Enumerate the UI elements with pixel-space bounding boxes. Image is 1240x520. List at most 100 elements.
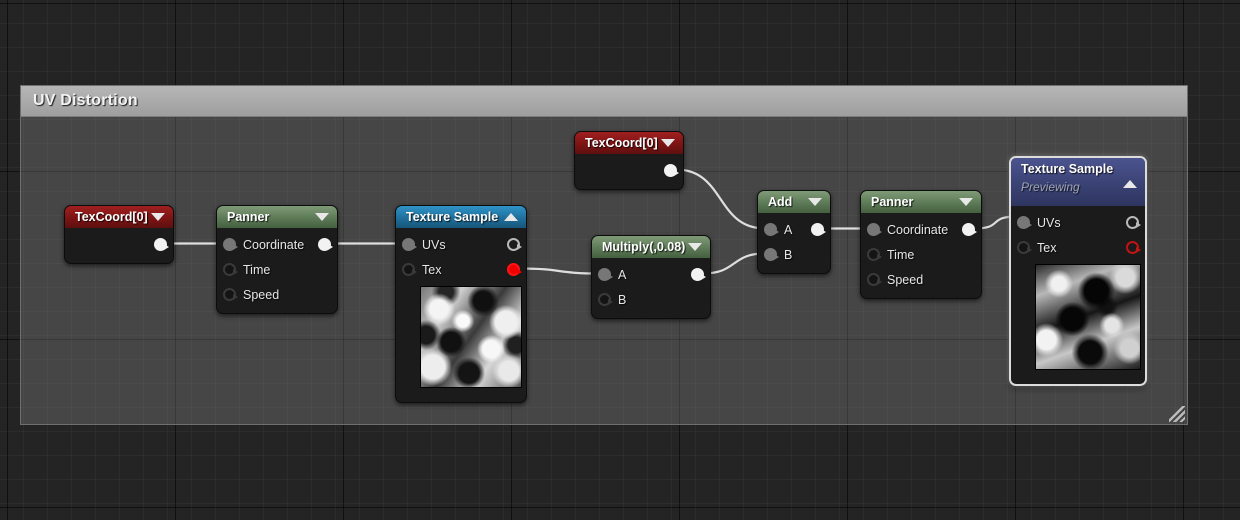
node-title: TexCoord[0]	[585, 136, 658, 150]
comment-resize-grip[interactable]	[1169, 406, 1185, 422]
output-pin-0[interactable]	[691, 268, 706, 281]
node-title: Texture Sample	[406, 210, 499, 224]
input-pin-a[interactable]	[764, 223, 779, 236]
node-title: Texture Sample	[1021, 162, 1114, 176]
node-header-texcoord-2[interactable]: TexCoord[0]	[575, 132, 683, 154]
node-pin-row: Time	[861, 242, 981, 267]
node-header-add-1[interactable]: Add	[758, 191, 830, 213]
node-pin-row: Speed	[217, 282, 337, 307]
output-pin-0[interactable]	[318, 238, 333, 251]
node-add-1[interactable]: Add A B	[757, 190, 831, 274]
node-title: Multiply(,0.08)	[602, 240, 686, 254]
input-pin-b[interactable]	[764, 248, 779, 261]
node-pin-row: A	[758, 217, 830, 242]
input-pin-time[interactable]	[223, 263, 238, 276]
node-pin-row: Time	[217, 257, 337, 282]
output-pin-0[interactable]	[962, 223, 977, 236]
output-pin-0[interactable]	[507, 238, 522, 251]
input-pin-tex[interactable]	[402, 263, 417, 276]
node-header-texture-sample-2[interactable]: Texture Sample Previewing	[1011, 158, 1145, 206]
texture-thumbnail	[420, 286, 522, 388]
input-pin-label: Speed	[243, 287, 280, 302]
node-texcoord-2[interactable]: TexCoord[0]	[574, 131, 684, 190]
input-pin-label: Coordinate	[243, 237, 305, 252]
output-pin-0[interactable]	[1126, 216, 1141, 229]
comment-title-bar[interactable]: UV Distortion	[21, 86, 1187, 117]
node-panner-2[interactable]: Panner Coordinate Time Speed	[860, 190, 982, 299]
input-pin-label: Tex	[422, 262, 442, 277]
node-pin-row: Coordinate	[861, 217, 981, 242]
node-body-texcoord-1	[65, 228, 173, 263]
input-pin-label: A	[784, 222, 793, 237]
output-pin-0[interactable]	[811, 223, 826, 236]
input-pin-label: B	[618, 292, 627, 307]
node-title: TexCoord[0]	[75, 210, 148, 224]
input-pin-tex[interactable]	[1017, 241, 1032, 254]
node-pin-row: B	[758, 242, 830, 267]
node-texture-sample-2[interactable]: Texture Sample Previewing UVs Tex	[1009, 156, 1147, 386]
chevron-down-icon[interactable]	[151, 213, 165, 221]
output-pin-0[interactable]	[154, 238, 169, 251]
input-pin-a[interactable]	[598, 268, 613, 281]
node-header-texture-sample-1[interactable]: Texture Sample	[396, 206, 526, 228]
node-pin-row	[65, 232, 173, 257]
node-body-panner-1: Coordinate Time Speed	[217, 228, 337, 313]
input-pin-label: A	[618, 267, 627, 282]
input-pin-label: Time	[887, 247, 915, 262]
node-body-panner-2: Coordinate Time Speed	[861, 213, 981, 298]
input-pin-b[interactable]	[598, 293, 613, 306]
chevron-down-icon[interactable]	[688, 243, 702, 251]
node-title: Panner	[227, 210, 270, 224]
input-pin-label: Coordinate	[887, 222, 949, 237]
chevron-down-icon[interactable]	[661, 139, 675, 147]
chevron-up-icon[interactable]	[504, 213, 518, 221]
node-header-multiply-1[interactable]: Multiply(,0.08)	[592, 236, 710, 258]
input-pin-label: B	[784, 247, 793, 262]
node-pin-row	[575, 158, 683, 183]
node-subtitle: Previewing	[1021, 180, 1080, 194]
chevron-down-icon[interactable]	[808, 198, 822, 206]
output-pin-0[interactable]	[664, 164, 679, 177]
input-pin-coordinate[interactable]	[223, 238, 238, 251]
texture-thumbnail	[1035, 264, 1141, 370]
node-pin-row: B	[592, 287, 710, 312]
node-body-texcoord-2	[575, 154, 683, 189]
node-header-panner-1[interactable]: Panner	[217, 206, 337, 228]
comment-title: UV Distortion	[33, 92, 138, 109]
node-body-texture-sample-1: UVs Tex	[396, 228, 526, 402]
node-pin-row: UVs	[396, 232, 526, 257]
node-header-texcoord-1[interactable]: TexCoord[0]	[65, 206, 173, 228]
output-pin-1[interactable]	[1126, 241, 1141, 254]
input-pin-label: Tex	[1037, 240, 1057, 255]
input-pin-coordinate[interactable]	[867, 223, 882, 236]
node-pin-row: Tex	[1011, 235, 1145, 260]
node-pin-row: UVs	[1011, 210, 1145, 235]
node-panner-1[interactable]: Panner Coordinate Time Speed	[216, 205, 338, 314]
node-body-add-1: AB	[758, 213, 830, 273]
chevron-up-icon[interactable]	[1123, 180, 1137, 188]
input-pin-uvs[interactable]	[402, 238, 417, 251]
input-pin-speed[interactable]	[223, 288, 238, 301]
node-texcoord-1[interactable]: TexCoord[0]	[64, 205, 174, 264]
input-pin-label: UVs	[1037, 215, 1061, 230]
node-pin-row: Speed	[861, 267, 981, 292]
node-multiply-1[interactable]: Multiply(,0.08) A B	[591, 235, 711, 319]
chevron-down-icon[interactable]	[315, 213, 329, 221]
node-pin-row: Coordinate	[217, 232, 337, 257]
node-body-multiply-1: AB	[592, 258, 710, 318]
material-graph-canvas[interactable]: UV Distortion TexCoord[0] Panner Coordinat…	[0, 0, 1240, 520]
input-pin-label: Time	[243, 262, 271, 277]
output-pin-1[interactable]	[507, 263, 522, 276]
input-pin-label: UVs	[422, 237, 446, 252]
input-pin-time[interactable]	[867, 248, 882, 261]
node-pin-row: A	[592, 262, 710, 287]
chevron-down-icon[interactable]	[959, 198, 973, 206]
node-title: Add	[768, 195, 793, 209]
node-texture-sample-1[interactable]: Texture Sample UVs Tex	[395, 205, 527, 403]
input-pin-uvs[interactable]	[1017, 216, 1032, 229]
node-title: Panner	[871, 195, 914, 209]
node-pin-row: Tex	[396, 257, 526, 282]
input-pin-label: Speed	[887, 272, 924, 287]
node-header-panner-2[interactable]: Panner	[861, 191, 981, 213]
input-pin-speed[interactable]	[867, 273, 882, 286]
